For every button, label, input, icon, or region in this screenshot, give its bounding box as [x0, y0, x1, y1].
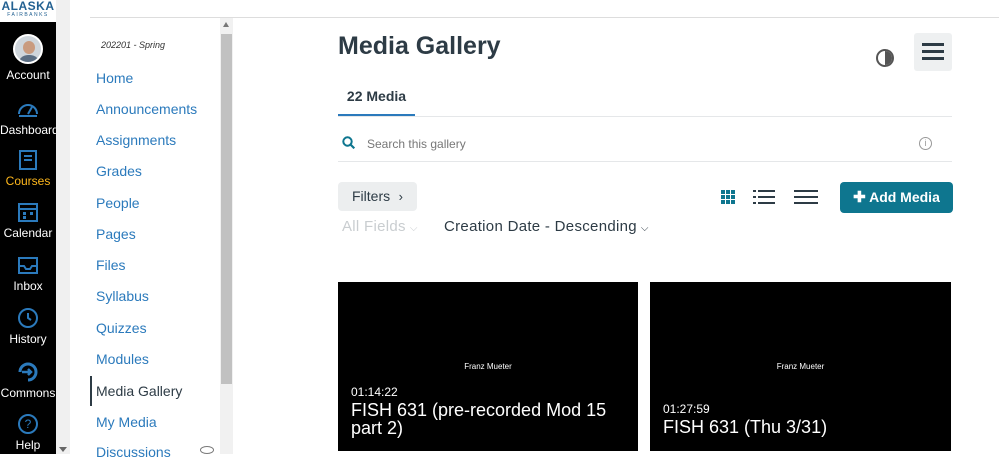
- tab-divider: [338, 116, 952, 117]
- sort-fields-dropdown[interactable]: All Fields ⌵: [342, 218, 418, 235]
- page-title: Media Gallery: [338, 32, 501, 60]
- global-nav-help[interactable]: ? Help: [0, 412, 56, 452]
- course-nav-modules[interactable]: Modules: [96, 351, 149, 367]
- plus-icon: ✚: [853, 189, 866, 206]
- media-thumbnail-author: Franz Mueter: [776, 362, 825, 371]
- sort-fields-label: All Fields: [342, 218, 406, 235]
- calendar-icon: [18, 203, 38, 222]
- course-nav-grades[interactable]: Grades: [96, 163, 142, 179]
- detailed-list-view-icon[interactable]: [752, 187, 776, 207]
- svg-text:?: ?: [25, 417, 32, 431]
- filters-label: Filters: [352, 188, 391, 204]
- course-nav-scrollbar[interactable]: [220, 18, 233, 454]
- media-thumbnail-author: Franz Mueter: [464, 362, 512, 371]
- course-nav-files[interactable]: Files: [96, 257, 126, 273]
- course-nav: 202201 - Spring Home Announcements Assig…: [90, 18, 220, 460]
- course-nav-quizzes[interactable]: Quizzes: [96, 320, 147, 336]
- course-nav-my-media[interactable]: My Media: [96, 414, 157, 430]
- logo-line2: FAIRBANKS: [7, 12, 49, 18]
- course-nav-pages[interactable]: Pages: [96, 226, 136, 242]
- scrollbar-thumb[interactable]: [58, 0, 68, 454]
- global-nav-history[interactable]: History: [0, 306, 56, 346]
- university-logo[interactable]: ALASKA FAIRBANKS: [0, 0, 56, 22]
- contrast-toggle-icon[interactable]: [876, 49, 894, 67]
- global-nav: ALASKA FAIRBANKS Account Dashboard Cours…: [0, 0, 59, 454]
- grid-view-icon[interactable]: [718, 187, 738, 207]
- chevron-down-icon: ⌵: [409, 223, 418, 234]
- global-nav-commons[interactable]: Commons: [0, 360, 56, 400]
- commons-icon: [18, 362, 38, 382]
- global-nav-label: Courses: [5, 174, 51, 188]
- course-nav-syllabus[interactable]: Syllabus: [96, 288, 149, 304]
- sort-order-dropdown[interactable]: Creation Date - Descending ⌵: [444, 218, 649, 235]
- filters-button[interactable]: Filters ›: [338, 182, 417, 211]
- compact-list-view-icon[interactable]: [794, 187, 818, 207]
- history-icon: [18, 308, 38, 328]
- scrollbar-thumb[interactable]: [221, 34, 232, 384]
- global-nav-account[interactable]: Account: [0, 34, 56, 82]
- course-nav-media-gallery[interactable]: Media Gallery: [90, 376, 182, 406]
- global-nav-label: Account: [6, 68, 50, 82]
- course-nav-assignments[interactable]: Assignments: [96, 132, 176, 148]
- global-nav-dashboard[interactable]: Dashboard: [0, 97, 59, 137]
- media-title[interactable]: FISH 631 (Thu 3/31): [663, 418, 931, 436]
- global-nav-label: Dashboard: [0, 123, 59, 137]
- course-nav-people[interactable]: People: [96, 195, 140, 211]
- media-card[interactable]: Franz Mueter 01:14:22 FISH 631 (pre-reco…: [338, 282, 638, 451]
- dashboard-icon: [18, 104, 38, 117]
- scroll-up-arrow-icon[interactable]: [223, 22, 229, 27]
- logo-line1: ALASKA: [1, 0, 55, 13]
- search-divider: [338, 161, 952, 162]
- avatar: [13, 34, 43, 64]
- global-nav-calendar[interactable]: Calendar: [0, 200, 56, 240]
- course-nav-home[interactable]: Home: [96, 70, 133, 86]
- global-nav-scrollbar[interactable]: [56, 0, 70, 454]
- sort-order-label: Creation Date - Descending: [444, 218, 637, 235]
- course-nav-discussions[interactable]: Discussions: [96, 444, 171, 460]
- chevron-down-icon: ⌵: [640, 223, 649, 234]
- eye-icon: [200, 446, 214, 454]
- gallery-menu-button[interactable]: [914, 33, 952, 71]
- media-title[interactable]: FISH 631 (pre-recorded Mod 15 part 2): [351, 401, 618, 437]
- global-nav-label: Help: [15, 438, 41, 452]
- add-media-button[interactable]: ✚ Add Media: [840, 182, 953, 213]
- chevron-right-icon: ›: [398, 189, 403, 204]
- global-nav-courses[interactable]: Courses: [0, 148, 56, 188]
- course-nav-announcements[interactable]: Announcements: [96, 101, 197, 117]
- search-icon: [342, 136, 355, 149]
- global-nav-label: Calendar: [3, 226, 53, 240]
- course-term: 202201 - Spring: [101, 40, 166, 50]
- gallery-search-input[interactable]: [367, 136, 907, 152]
- media-duration: 01:27:59: [663, 402, 710, 416]
- global-nav-label: Commons: [0, 386, 56, 400]
- media-card[interactable]: Franz Mueter 01:27:59 FISH 631 (Thu 3/31…: [650, 282, 951, 451]
- global-nav-label: Inbox: [13, 279, 43, 293]
- global-nav-label: History: [9, 332, 47, 346]
- tab-media-count[interactable]: 22 Media: [338, 86, 415, 117]
- courses-icon: [19, 150, 37, 170]
- scroll-down-arrow-icon[interactable]: [59, 447, 67, 452]
- global-nav-inbox[interactable]: Inbox: [0, 253, 56, 293]
- inbox-icon: [18, 257, 38, 274]
- help-icon: ?: [18, 414, 38, 434]
- media-duration: 01:14:22: [351, 385, 398, 399]
- info-icon[interactable]: i: [919, 137, 932, 150]
- add-media-label: Add Media: [869, 189, 940, 205]
